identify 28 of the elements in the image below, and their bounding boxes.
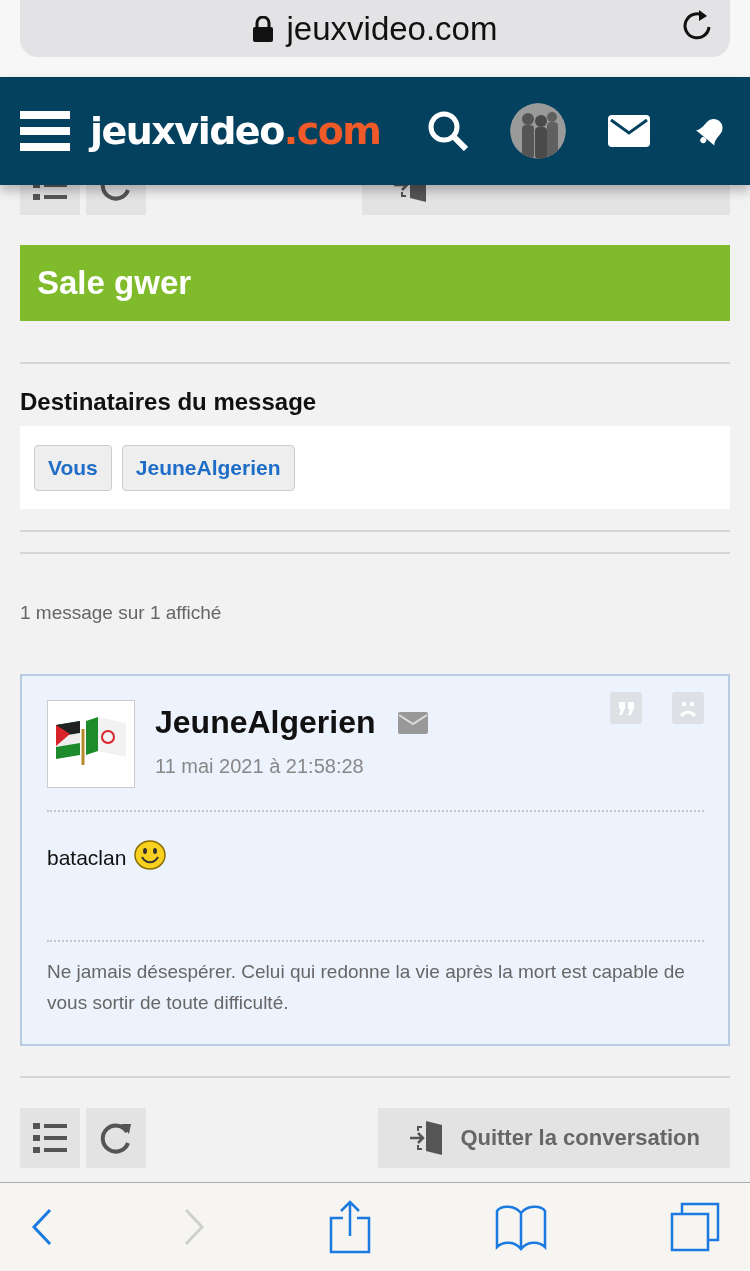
topic-title: Sale gwer bbox=[20, 245, 730, 321]
list-button[interactable] bbox=[20, 1108, 80, 1168]
avatar-icon[interactable] bbox=[510, 103, 566, 159]
mail-icon[interactable] bbox=[608, 115, 650, 147]
refresh-icon bbox=[99, 1121, 133, 1155]
recipients-heading: Destinataires du message bbox=[20, 388, 318, 416]
site-logo[interactable]: jeuxvideo.com bbox=[90, 109, 381, 153]
reload-icon[interactable] bbox=[682, 8, 712, 42]
address-bar[interactable]: jeuxvideo.com bbox=[20, 0, 730, 57]
message-text: bataclan bbox=[47, 846, 127, 870]
recipient-link[interactable]: JeuneAlgerien bbox=[121, 444, 295, 491]
signature-text: Ne jamais désespérer. Celui qui redonne la vie après la mort est capable de vous sortir de toute difficulté. bbox=[47, 960, 686, 1015]
menu-icon[interactable] bbox=[20, 111, 70, 151]
message-date: 11 mai 2021 à 21:58:28 bbox=[155, 755, 365, 778]
refresh-button[interactable] bbox=[86, 1108, 146, 1168]
share-button[interactable] bbox=[329, 1200, 371, 1254]
tabs-button[interactable] bbox=[670, 1202, 720, 1252]
envelope-icon[interactable] bbox=[397, 711, 428, 734]
author-name[interactable]: JeuneAlgerien bbox=[155, 704, 376, 741]
bookmarks-button[interactable] bbox=[494, 1203, 547, 1251]
lock-icon bbox=[252, 15, 273, 42]
recipient-link[interactable]: Vous bbox=[34, 444, 112, 491]
message-count: 1 message sur 1 affiché bbox=[20, 602, 223, 624]
smiley-icon bbox=[134, 840, 167, 870]
quit-conversation-button[interactable]: Quitter la conversation bbox=[378, 1108, 730, 1168]
url-text: jeuxvideo.com bbox=[286, 9, 498, 48]
list-icon bbox=[33, 1122, 67, 1154]
search-icon[interactable] bbox=[428, 111, 468, 151]
